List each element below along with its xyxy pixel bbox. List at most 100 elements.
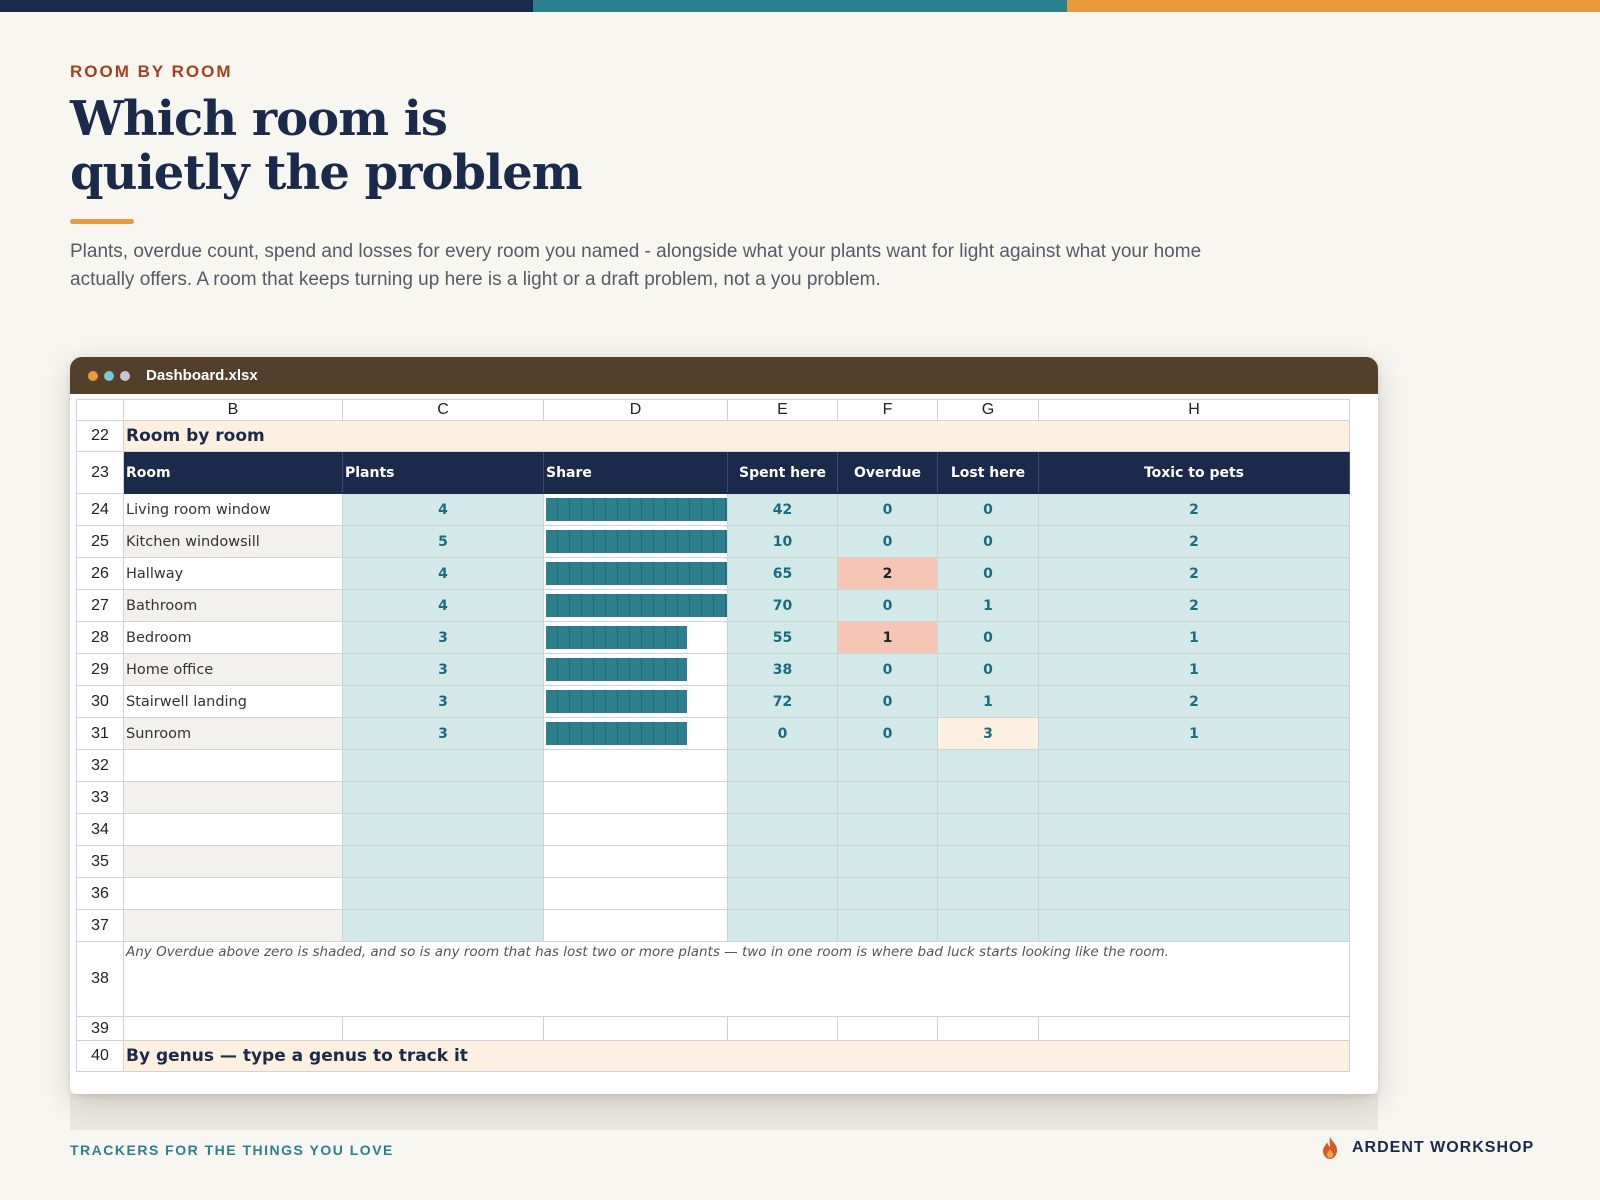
toxic-cell[interactable]: 1 xyxy=(1038,653,1350,686)
lost-cell[interactable]: 0 xyxy=(937,653,1039,686)
empty-cell[interactable] xyxy=(123,813,343,846)
toxic-cell[interactable]: 2 xyxy=(1038,557,1350,590)
header-cell-spent-here[interactable]: Spent here xyxy=(727,451,838,494)
share-cell[interactable] xyxy=(543,717,728,750)
empty-cell[interactable] xyxy=(342,877,544,910)
empty-cell[interactable] xyxy=(837,845,938,878)
empty-cell[interactable] xyxy=(1038,909,1350,942)
empty-cell[interactable] xyxy=(727,813,838,846)
row-number[interactable]: 35 xyxy=(76,845,124,878)
room-name-cell[interactable]: Stairwell landing xyxy=(123,685,343,718)
section-title-cell[interactable]: Room by room xyxy=(123,420,1350,452)
share-cell[interactable] xyxy=(543,493,728,526)
header-cell-lost-here[interactable]: Lost here xyxy=(937,451,1039,494)
row-number[interactable]: 22 xyxy=(76,420,124,452)
empty-cell[interactable] xyxy=(123,1016,343,1041)
empty-cell[interactable] xyxy=(937,781,1039,814)
empty-cell[interactable] xyxy=(837,1016,938,1041)
spent-cell[interactable]: 72 xyxy=(727,685,838,718)
plants-cell[interactable]: 3 xyxy=(342,653,544,686)
share-cell[interactable] xyxy=(543,621,728,654)
empty-cell[interactable] xyxy=(837,877,938,910)
overdue-cell[interactable]: 2 xyxy=(837,557,938,590)
column-header-b[interactable]: B xyxy=(123,399,343,421)
row-number[interactable]: 38 xyxy=(76,941,124,1017)
toxic-cell[interactable]: 2 xyxy=(1038,525,1350,558)
toxic-cell[interactable]: 1 xyxy=(1038,621,1350,654)
plants-cell[interactable]: 3 xyxy=(342,685,544,718)
toxic-cell[interactable]: 2 xyxy=(1038,685,1350,718)
row-number[interactable]: 31 xyxy=(76,717,124,750)
empty-cell[interactable] xyxy=(937,749,1039,782)
empty-cell[interactable] xyxy=(1038,877,1350,910)
room-name-cell[interactable]: Bedroom xyxy=(123,621,343,654)
empty-cell[interactable] xyxy=(543,781,728,814)
column-header-f[interactable]: F xyxy=(837,399,938,421)
empty-cell[interactable] xyxy=(727,845,838,878)
lost-cell[interactable]: 1 xyxy=(937,685,1039,718)
plants-cell[interactable]: 3 xyxy=(342,717,544,750)
corner-cell[interactable] xyxy=(76,399,124,421)
column-header-g[interactable]: G xyxy=(937,399,1039,421)
empty-cell[interactable] xyxy=(937,877,1039,910)
empty-cell[interactable] xyxy=(937,845,1039,878)
row-number[interactable]: 39 xyxy=(76,1016,124,1041)
header-cell-room[interactable]: Room xyxy=(123,451,343,494)
header-cell-plants[interactable]: Plants xyxy=(342,451,544,494)
overdue-cell[interactable]: 0 xyxy=(837,525,938,558)
header-cell-share[interactable]: Share xyxy=(543,451,728,494)
row-number[interactable]: 28 xyxy=(76,621,124,654)
overdue-cell[interactable]: 0 xyxy=(837,685,938,718)
overdue-cell[interactable]: 0 xyxy=(837,589,938,622)
empty-cell[interactable] xyxy=(123,781,343,814)
share-cell[interactable] xyxy=(543,685,728,718)
section-title-cell[interactable]: By genus — type a genus to track it xyxy=(123,1040,1350,1072)
row-number[interactable]: 33 xyxy=(76,781,124,814)
empty-cell[interactable] xyxy=(727,749,838,782)
empty-cell[interactable] xyxy=(543,813,728,846)
empty-cell[interactable] xyxy=(123,909,343,942)
header-cell-overdue[interactable]: Overdue xyxy=(837,451,938,494)
empty-cell[interactable] xyxy=(727,781,838,814)
room-name-cell[interactable]: Sunroom xyxy=(123,717,343,750)
empty-cell[interactable] xyxy=(342,813,544,846)
toxic-cell[interactable]: 1 xyxy=(1038,717,1350,750)
plants-cell[interactable]: 3 xyxy=(342,621,544,654)
column-header-h[interactable]: H xyxy=(1038,399,1350,421)
empty-cell[interactable] xyxy=(342,781,544,814)
empty-cell[interactable] xyxy=(123,749,343,782)
plants-cell[interactable]: 5 xyxy=(342,525,544,558)
plants-cell[interactable]: 4 xyxy=(342,589,544,622)
empty-cell[interactable] xyxy=(342,749,544,782)
empty-cell[interactable] xyxy=(543,749,728,782)
empty-cell[interactable] xyxy=(123,845,343,878)
plants-cell[interactable]: 4 xyxy=(342,557,544,590)
row-number[interactable]: 24 xyxy=(76,493,124,526)
window-dot-grey[interactable] xyxy=(120,370,130,381)
empty-cell[interactable] xyxy=(837,813,938,846)
empty-cell[interactable] xyxy=(1038,813,1350,846)
row-number[interactable]: 23 xyxy=(76,451,124,494)
empty-cell[interactable] xyxy=(1038,1016,1350,1041)
empty-cell[interactable] xyxy=(937,909,1039,942)
row-number[interactable]: 37 xyxy=(76,909,124,942)
spent-cell[interactable]: 70 xyxy=(727,589,838,622)
spent-cell[interactable]: 0 xyxy=(727,717,838,750)
lost-cell[interactable]: 3 xyxy=(937,717,1039,750)
empty-cell[interactable] xyxy=(837,749,938,782)
empty-cell[interactable] xyxy=(1038,845,1350,878)
empty-cell[interactable] xyxy=(342,1016,544,1041)
spent-cell[interactable]: 65 xyxy=(727,557,838,590)
overdue-cell[interactable]: 0 xyxy=(837,493,938,526)
note-cell[interactable]: Any Overdue above zero is shaded, and so… xyxy=(123,941,1350,1017)
overdue-cell[interactable]: 0 xyxy=(837,653,938,686)
empty-cell[interactable] xyxy=(727,1016,838,1041)
share-cell[interactable] xyxy=(543,557,728,590)
row-number[interactable]: 29 xyxy=(76,653,124,686)
spent-cell[interactable]: 42 xyxy=(727,493,838,526)
column-header-d[interactable]: D xyxy=(543,399,728,421)
empty-cell[interactable] xyxy=(543,877,728,910)
empty-cell[interactable] xyxy=(837,781,938,814)
empty-cell[interactable] xyxy=(342,909,544,942)
room-name-cell[interactable]: Living room window xyxy=(123,493,343,526)
